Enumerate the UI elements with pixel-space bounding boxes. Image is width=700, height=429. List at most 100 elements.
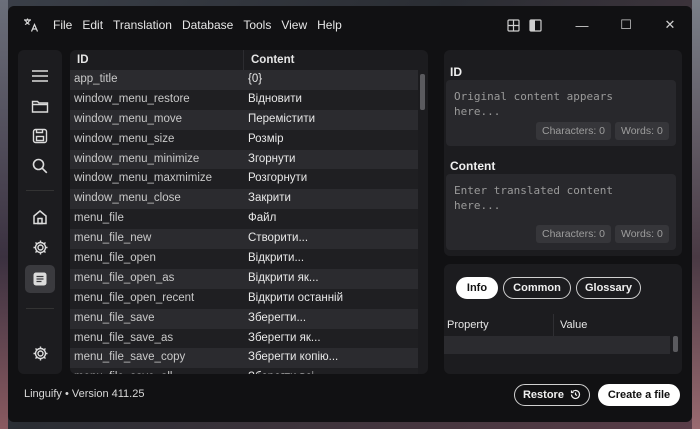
row-id-cell: window_menu_close xyxy=(74,192,181,205)
table-row[interactable]: menu_file_open_recent Відкрити останній xyxy=(70,288,418,309)
background-left xyxy=(0,0,8,429)
tab-info[interactable]: Info xyxy=(456,277,498,299)
table-row[interactable]: window_menu_size Розмір xyxy=(70,129,418,150)
hamburger-menu-icon[interactable] xyxy=(25,62,55,90)
original-content-box[interactable]: Original content appears here... Charact… xyxy=(446,80,676,146)
table-scrollbar[interactable] xyxy=(419,70,426,370)
row-id-cell: app_title xyxy=(74,73,118,85)
row-content-cell: Розмір xyxy=(248,132,284,145)
property-row xyxy=(444,336,670,354)
row-content-cell: Зберегти копію... xyxy=(248,351,339,364)
app-settings-icon[interactable] xyxy=(25,339,55,367)
maximize-button[interactable]: ☐ xyxy=(604,6,648,44)
split-view-icon[interactable] xyxy=(524,14,546,36)
table-row[interactable]: menu_file_save Зберегти... xyxy=(70,308,418,329)
row-content-cell: Закрити xyxy=(248,192,291,205)
row-content-cell: Згорнути xyxy=(248,152,296,165)
menu-help[interactable]: Help xyxy=(312,18,347,32)
menu-file[interactable]: File xyxy=(48,18,77,32)
table-row[interactable]: window_menu_maxmimize Розгорнути xyxy=(70,169,418,190)
info-panel: Info Common Glossary Property Value xyxy=(444,264,682,374)
original-word-count: Words: 0 xyxy=(615,122,669,140)
row-content-cell: Створити... xyxy=(248,232,309,245)
row-id-cell: window_menu_minimize xyxy=(74,152,200,165)
translated-placeholder: Enter translated content here... xyxy=(454,184,613,212)
property-column-header[interactable]: Property xyxy=(444,314,554,336)
rail-divider-bottom xyxy=(26,308,54,309)
table-row[interactable]: window_menu_close Закрити xyxy=(70,189,418,210)
row-content-cell: Відкрити останній xyxy=(248,291,344,304)
translate-icon xyxy=(20,14,42,36)
menu-tools[interactable]: Tools xyxy=(238,18,276,32)
table-body: app_title {0} window_menu_restore Відновити… xyxy=(70,70,418,374)
translated-content-input[interactable]: Enter translated content here... Charact… xyxy=(446,174,676,250)
table-header: ID Content xyxy=(70,50,418,70)
title-bar: File Edit Translation Database Tools Vie… xyxy=(8,6,692,44)
row-content-cell: Розгорнути xyxy=(248,172,308,185)
menu-translation[interactable]: Translation xyxy=(108,18,177,32)
property-table-header: Property Value xyxy=(444,314,670,336)
table-row[interactable]: app_title {0} xyxy=(70,70,418,90)
document-icon[interactable] xyxy=(25,265,55,293)
version-label: Linguify • Version 411.25 xyxy=(24,388,145,400)
original-char-count: Characters: 0 xyxy=(536,122,612,140)
table-row[interactable]: menu_file_save_copy Зберегти копію... xyxy=(70,348,418,369)
rail-divider xyxy=(26,190,54,191)
menu-view[interactable]: View xyxy=(276,18,312,32)
row-id-cell: menu_file_save_all xyxy=(70,368,244,374)
background-right xyxy=(692,0,700,429)
table-row[interactable]: menu_file_save_allЗберегти всі xyxy=(70,368,418,374)
grid-layout-icon[interactable] xyxy=(502,14,524,36)
side-rail xyxy=(18,50,62,374)
row-id-cell: window_menu_maxmimize xyxy=(74,172,213,185)
restore-button[interactable]: Restore xyxy=(514,384,590,406)
row-content-cell: Перемістити xyxy=(248,112,316,125)
value-column-header[interactable]: Value xyxy=(554,314,587,336)
row-id-cell: window_menu_restore xyxy=(74,92,190,105)
menu-bar: File Edit Translation Database Tools Vie… xyxy=(48,18,347,32)
row-id-cell: menu_file_save_copy xyxy=(74,351,186,364)
row-content-cell: Відкрити... xyxy=(248,252,305,265)
row-id-cell: menu_file_open_recent xyxy=(74,291,195,304)
table-row[interactable]: menu_file_save_as Зберегти як... xyxy=(70,328,418,349)
translation-table: ID Content app_title {0} window_menu_resto… xyxy=(70,50,428,374)
row-content-cell: Зберегти... xyxy=(248,311,307,324)
translated-word-count: Words: 0 xyxy=(615,225,669,243)
row-content-cell: Відкрити як... xyxy=(248,271,319,284)
column-header-content[interactable]: Content xyxy=(244,50,294,70)
search-icon[interactable] xyxy=(25,152,55,180)
original-placeholder: Original content appears here... xyxy=(454,90,613,118)
table-scroll-thumb[interactable] xyxy=(420,74,425,110)
table-row[interactable]: window_menu_restore Відновити xyxy=(70,89,418,110)
column-header-id[interactable]: ID xyxy=(70,50,244,70)
folder-icon[interactable] xyxy=(25,92,55,120)
row-id-cell: menu_file_save xyxy=(74,311,155,324)
row-content-cell: {0} xyxy=(248,73,263,85)
home-icon[interactable] xyxy=(25,203,55,231)
row-content-cell: Зберегти як... xyxy=(248,331,321,344)
save-icon[interactable] xyxy=(25,122,55,150)
menu-edit[interactable]: Edit xyxy=(77,18,108,32)
table-row[interactable]: menu_file_open Відкрити... xyxy=(70,249,418,269)
settings-icon[interactable] xyxy=(25,233,55,261)
table-row[interactable]: window_menu_minimize Згорнути xyxy=(70,149,418,170)
row-content-cell: Відновити xyxy=(248,92,302,105)
row-content-cell: Файл xyxy=(248,212,277,225)
create-file-button[interactable]: Create a file xyxy=(598,384,680,406)
menu-database[interactable]: Database xyxy=(177,18,238,32)
row-id-cell: menu_file_new xyxy=(74,232,152,245)
row-id-cell: window_menu_move xyxy=(74,112,183,125)
row-id-cell: window_menu_size xyxy=(74,132,175,145)
app-window: File Edit Translation Database Tools Vie… xyxy=(8,6,692,422)
tab-common[interactable]: Common xyxy=(503,277,571,299)
minimize-button[interactable]: — xyxy=(560,6,604,44)
row-id-cell: menu_file_open_as xyxy=(74,271,175,284)
table-row[interactable]: window_menu_move Перемістити xyxy=(70,109,418,130)
close-button[interactable]: ✕ xyxy=(648,6,692,44)
table-row[interactable]: menu_file_new Створити... xyxy=(70,229,418,250)
property-scrollbar[interactable] xyxy=(673,336,678,352)
translated-char-count: Characters: 0 xyxy=(536,225,612,243)
tab-glossary[interactable]: Glossary xyxy=(576,277,641,299)
table-row[interactable]: menu_file Файл xyxy=(70,209,418,230)
table-row[interactable]: menu_file_open_as Відкрити як... xyxy=(70,268,418,289)
